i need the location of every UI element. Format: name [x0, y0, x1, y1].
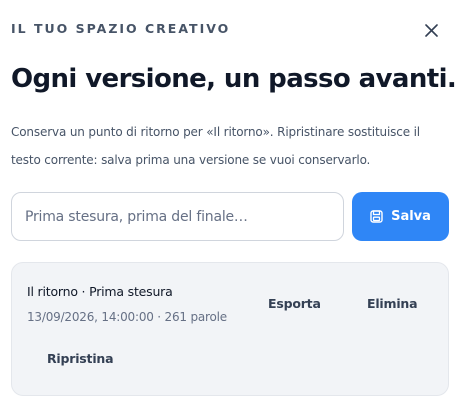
close-button[interactable] — [421, 20, 441, 40]
save-button-label: Salva — [391, 209, 431, 224]
version-card: Il ritorno · Prima stesura 13/09/2026, 1… — [11, 262, 449, 396]
version-meta: 13/09/2026, 14:00:00 · 261 parole — [27, 310, 227, 324]
eyebrow-label: IL TUO SPAZIO CREATIVO — [11, 21, 231, 36]
version-name-input[interactable] — [25, 208, 330, 225]
version-name-field[interactable] — [11, 192, 344, 241]
restore-button[interactable]: Ripristina — [47, 351, 114, 366]
save-button[interactable]: Salva — [352, 192, 449, 241]
version-name: Il ritorno · Prima stesura — [27, 284, 173, 299]
description-text: Conserva un punto di ritorno per «Il rit… — [11, 125, 420, 167]
save-icon — [370, 210, 383, 223]
delete-button[interactable]: Elimina — [367, 296, 418, 311]
close-icon[interactable] — [424, 23, 438, 37]
page-title: Ogni versione, un passo avanti. — [11, 64, 457, 94]
export-button[interactable]: Esporta — [268, 296, 321, 311]
